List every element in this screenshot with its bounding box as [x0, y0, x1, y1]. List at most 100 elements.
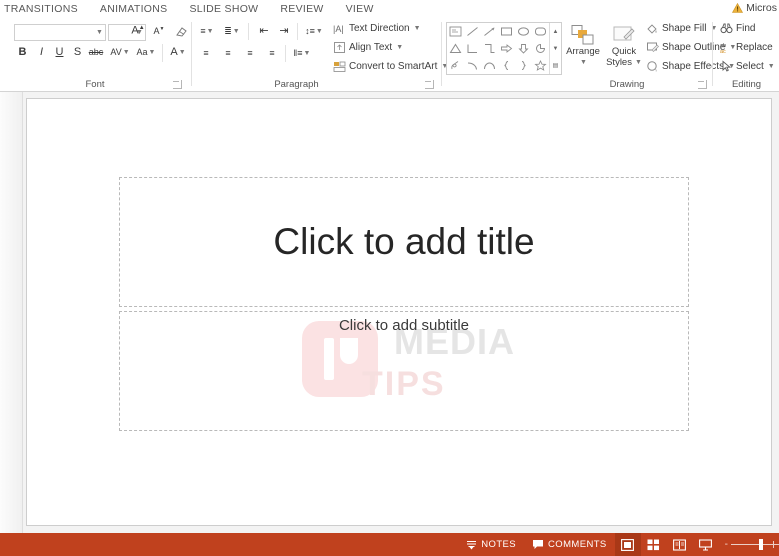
shape-arrow-line[interactable]	[481, 23, 498, 40]
shape-line[interactable]	[464, 23, 481, 40]
drawing-dialog-launcher[interactable]	[698, 80, 707, 89]
numbering-button[interactable]: ≣ ▼	[221, 23, 243, 40]
increase-indent-button[interactable]: ⇥	[275, 23, 293, 40]
shape-arc[interactable]	[481, 57, 498, 74]
subtitle-placeholder[interactable]: Click to add subtitle	[119, 311, 689, 431]
select-button[interactable]: Select ▼	[720, 60, 775, 73]
editing-group-label: Editing	[731, 79, 762, 90]
title-placeholder[interactable]: Click to add title	[119, 177, 689, 307]
shape-curve-arc[interactable]	[464, 57, 481, 74]
tab-slide-show[interactable]: SLIDE SHOW	[178, 0, 269, 18]
columns-button[interactable]: ‖≡ ▼	[290, 45, 314, 62]
columns-icon: ‖≡	[293, 48, 303, 58]
align-center-icon: ≡	[225, 48, 231, 58]
find-button[interactable]: Find	[720, 22, 755, 35]
bold-button[interactable]: B	[14, 44, 31, 61]
align-text-button[interactable]: Align Text ▼	[333, 41, 403, 54]
tab-transitions[interactable]: TRANSITIONS	[0, 0, 89, 18]
bullets-button[interactable]: ≡ ▼	[197, 23, 217, 40]
workspace: MEDIA TIPS Click to add title Click to a…	[0, 92, 779, 533]
convert-smartart-label: Convert to SmartArt	[349, 61, 438, 72]
shape-right-angle[interactable]	[464, 40, 481, 57]
zoom-out-button[interactable]: -	[725, 539, 728, 550]
shapes-gallery[interactable]: ▲ ▼ ▤	[446, 22, 562, 75]
shape-fill-button[interactable]: Shape Fill ▼	[646, 22, 717, 35]
normal-view-button[interactable]	[614, 533, 641, 556]
align-right-button[interactable]: ≡	[241, 45, 259, 62]
shape-rectangle[interactable]	[498, 23, 515, 40]
ribbon-group-paragraph: ≡ ▼ ≣ ▼ ⇤ ⇥ ↕≡ ▼ ≡ ≡ ≡ ≡ ‖≡ ▼ |A| Text D…	[193, 18, 448, 92]
slide-surface[interactable]: MEDIA TIPS Click to add title Click to a…	[27, 99, 771, 525]
convert-to-smartart-button[interactable]: Convert to SmartArt ▼	[333, 60, 448, 73]
shape-right-brace[interactable]	[515, 57, 532, 74]
text-direction-button[interactable]: |A| Text Direction ▼	[333, 22, 421, 35]
reading-view-button[interactable]	[667, 533, 693, 556]
tab-view[interactable]: VIEW	[335, 0, 385, 18]
increase-indent-icon: ⇥	[279, 25, 289, 37]
zoom-slider-track[interactable]	[731, 539, 779, 550]
scroll-down-icon[interactable]: ▼	[550, 40, 561, 57]
change-case-icon: Aa	[136, 47, 148, 57]
character-spacing-button[interactable]: AV ▼	[108, 44, 132, 61]
chevron-down-icon: ▼	[315, 28, 323, 35]
comments-label: COMMENTS	[548, 539, 607, 550]
character-spacing-icon: AV	[110, 47, 122, 57]
tab-review[interactable]: REVIEW	[269, 0, 334, 18]
quick-styles-button[interactable]: Quick Styles ▼	[603, 24, 645, 68]
shape-textbox[interactable]	[447, 23, 464, 40]
font-group-label: Font	[85, 79, 105, 90]
shapes-scrollbar[interactable]: ▲ ▼ ▤	[549, 23, 561, 74]
italic-button[interactable]: I	[33, 44, 50, 61]
justify-button[interactable]: ≡	[263, 45, 281, 62]
increase-font-size-button[interactable]: A▲	[129, 22, 147, 40]
shape-pie[interactable]	[532, 40, 549, 57]
paragraph-dialog-launcher[interactable]	[425, 80, 434, 89]
arrange-label: Arrange	[566, 46, 600, 57]
line-spacing-button[interactable]: ↕≡ ▼	[303, 23, 325, 40]
shape-triangle[interactable]	[447, 40, 464, 57]
shapes-more-icon[interactable]: ▤	[550, 57, 561, 74]
slide-thumbnail-pane[interactable]	[0, 92, 23, 533]
shape-l-shape[interactable]	[481, 40, 498, 57]
arrange-button[interactable]: Arrange ▼	[563, 24, 603, 68]
shape-left-brace[interactable]	[498, 57, 515, 74]
ribbon-tabbar: TRANSITIONS ANIMATIONS SLIDE SHOW REVIEW…	[0, 0, 779, 18]
text-shadow-button[interactable]: S	[69, 44, 86, 61]
shape-rounded-rectangle[interactable]	[532, 23, 549, 40]
zoom-slider[interactable]: -	[719, 539, 779, 550]
chevron-down-icon: ▼	[767, 63, 775, 70]
find-label: Find	[736, 23, 756, 34]
justify-icon: ≡	[269, 48, 275, 58]
replace-icon: ab ac	[720, 43, 726, 54]
shape-star[interactable]	[532, 57, 549, 74]
decrease-indent-button[interactable]: ⇤	[255, 23, 273, 40]
decrease-font-size-button[interactable]: A▼	[150, 22, 168, 40]
shape-right-arrow[interactable]	[498, 40, 515, 57]
align-center-button[interactable]: ≡	[219, 45, 237, 62]
clear-formatting-button[interactable]	[172, 22, 190, 40]
shape-oval[interactable]	[515, 23, 532, 40]
zoom-slider-handle[interactable]	[759, 539, 763, 550]
slide-canvas[interactable]: MEDIA TIPS Click to add title Click to a…	[26, 98, 772, 526]
cursor-arrow-icon	[722, 60, 732, 72]
underline-button[interactable]: U	[51, 44, 68, 61]
scroll-up-icon[interactable]: ▲	[550, 23, 561, 40]
font-color-button[interactable]: A ▼	[166, 44, 190, 61]
change-case-button[interactable]: Aa ▼	[133, 44, 159, 61]
slide-sorter-icon	[647, 539, 660, 550]
strikethrough-icon: abc	[88, 47, 104, 57]
text-shadow-icon: S	[73, 46, 82, 58]
align-left-button[interactable]: ≡	[197, 45, 215, 62]
strikethrough-button[interactable]: abc	[86, 44, 106, 61]
shape-down-arrow[interactable]	[515, 40, 532, 57]
font-name-combo[interactable]: ▼	[14, 24, 106, 41]
decrease-font-icon: A▼	[153, 25, 165, 36]
replace-button[interactable]: ab ac Replace	[720, 41, 773, 54]
slide-sorter-view-button[interactable]	[641, 533, 667, 556]
shape-freeform[interactable]	[447, 57, 464, 74]
notes-button[interactable]: NOTES	[458, 533, 524, 556]
comments-button[interactable]: COMMENTS	[524, 533, 615, 556]
account-warning[interactable]: Micros	[732, 2, 777, 14]
slide-show-view-button[interactable]	[693, 533, 719, 556]
tab-animations[interactable]: ANIMATIONS	[89, 0, 179, 18]
